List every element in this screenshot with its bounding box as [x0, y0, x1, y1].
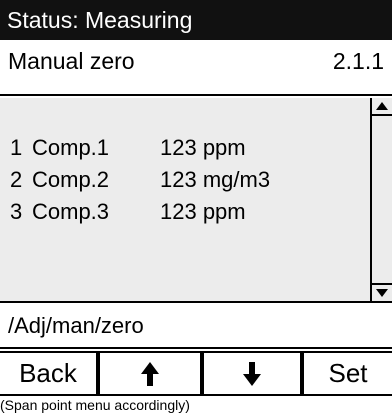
caption: (Span point menu accordingly): [0, 397, 190, 413]
component-value: 123 mg/m3: [160, 167, 271, 192]
component-name: Comp.1: [32, 135, 110, 160]
scroll-down-icon: [376, 289, 388, 297]
component-index: 1: [10, 135, 23, 160]
set-label: Set: [328, 358, 368, 388]
menu-code: 2.1.1: [332, 48, 384, 74]
component-name: Comp.2: [32, 167, 110, 192]
component-list: 1 Comp.1 123 ppm 2 Comp.2 123 mg/m3 3 Co…: [0, 98, 392, 303]
softkey-bar: Back Set: [0, 351, 392, 396]
status-text: Status: Measuring: [7, 7, 193, 33]
arrow-up-icon: [141, 361, 159, 386]
arrow-down-icon: [243, 361, 261, 386]
set-button[interactable]: Set: [304, 353, 392, 394]
component-value: 123 ppm: [160, 135, 246, 160]
status-bar: Status: Measuring: [0, 0, 392, 40]
path-text: /Adj/man/zero: [8, 313, 144, 338]
back-label: Back: [19, 358, 77, 388]
scroll-up-button[interactable]: [372, 98, 392, 116]
menu-title: Manual zero: [8, 48, 135, 74]
up-button[interactable]: [100, 353, 200, 394]
component-index: 2: [10, 167, 23, 192]
scroll-up-icon: [376, 102, 388, 110]
component-value: 123 ppm: [160, 199, 246, 224]
component-name: Comp.3: [32, 199, 110, 224]
menu-path: /Adj/man/zero: [0, 303, 392, 349]
back-button[interactable]: Back: [0, 353, 96, 394]
scroll-down-button[interactable]: [372, 283, 392, 301]
down-button[interactable]: [204, 353, 300, 394]
menu-header: Manual zero 2.1.1: [0, 40, 392, 96]
component-index: 3: [10, 199, 23, 224]
scrollbar[interactable]: [370, 98, 392, 301]
